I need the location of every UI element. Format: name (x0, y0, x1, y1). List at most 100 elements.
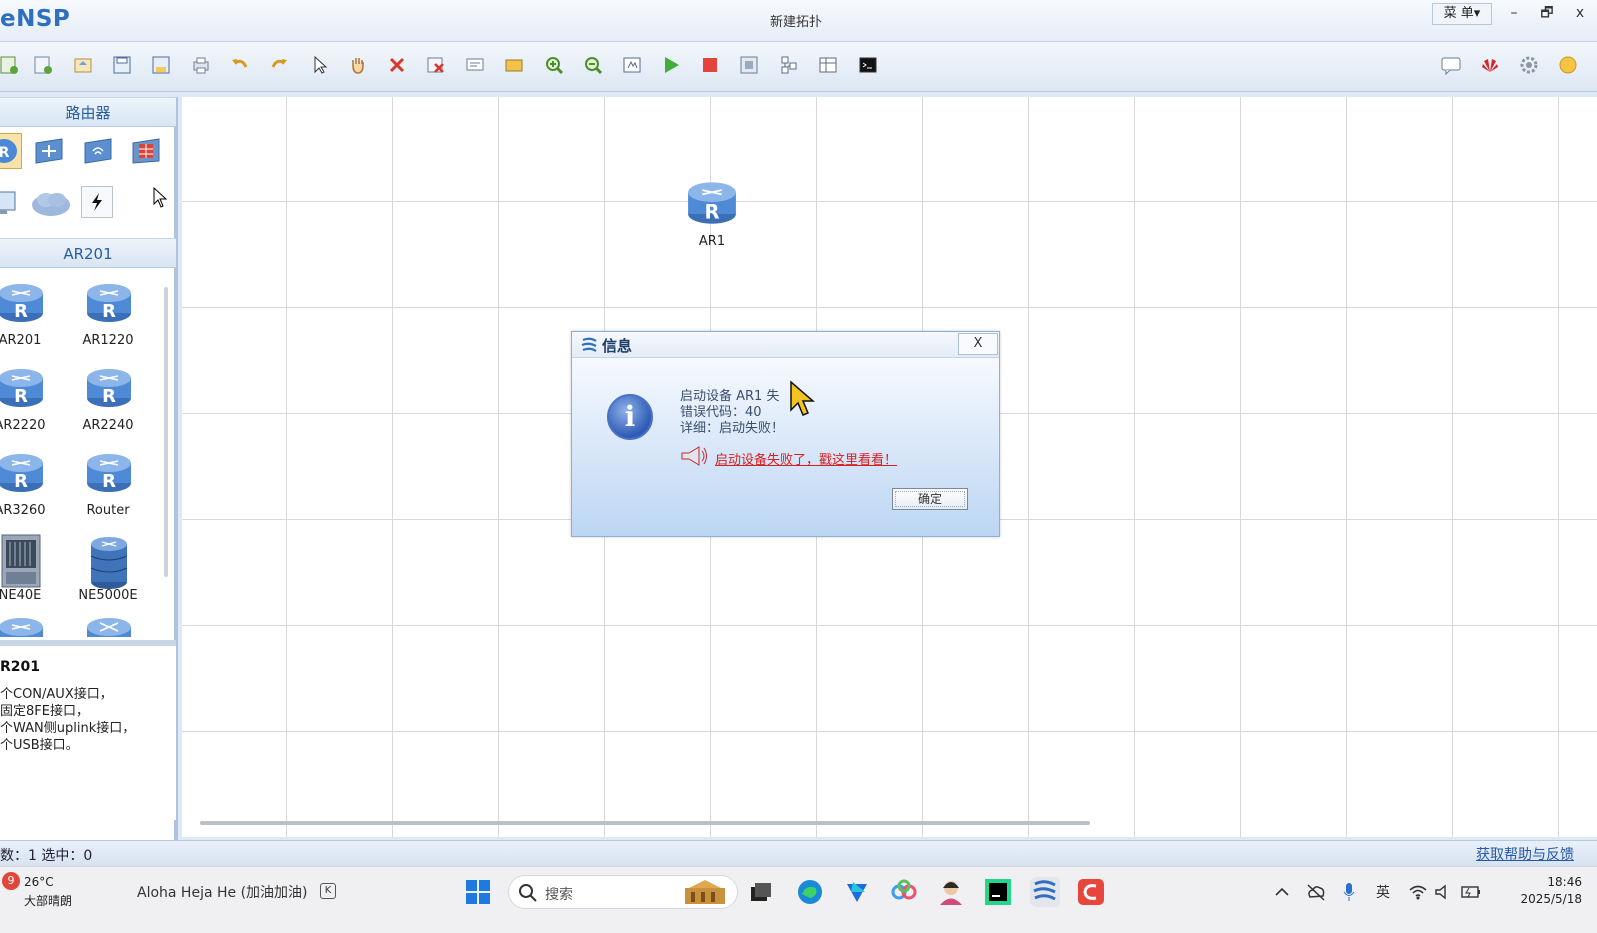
panel-scrollbar[interactable] (164, 287, 168, 577)
device-ar201[interactable]: R AR201 (0, 273, 64, 358)
device-partial[interactable] (64, 607, 152, 637)
taskbar-search[interactable]: 搜索 (508, 875, 738, 909)
start-device-button[interactable] (656, 50, 686, 80)
ime-indicator[interactable]: 英 (1376, 882, 1390, 902)
microphone-icon[interactable] (1342, 882, 1356, 902)
link-category[interactable] (81, 186, 113, 218)
feishu-button[interactable] (842, 877, 872, 907)
save-icon (113, 56, 131, 74)
pan-hand-icon (352, 58, 364, 74)
battery-icon[interactable] (1460, 884, 1482, 900)
weather-badge: 9 (2, 872, 20, 890)
cli-button[interactable] (853, 50, 883, 80)
restore-button[interactable]: 🗗 (1530, 3, 1564, 25)
chevron-up-icon[interactable] (1274, 885, 1290, 899)
help-link[interactable]: 启动设备失败了，戳这里看看！ (715, 449, 897, 468)
volume-icon[interactable] (1434, 884, 1452, 900)
dialog-title-bar: 信息 X (572, 332, 999, 358)
print-button[interactable] (186, 50, 216, 80)
wlan-category[interactable] (80, 133, 116, 169)
now-playing[interactable]: Aloha Heja He (加油加油) (137, 882, 308, 902)
info-dialog: 信息 X i 启动设备 AR1 失 错误代码：40 详细：启动失败！ 启动设备失… (571, 331, 1000, 537)
media-app-icon[interactable]: K (320, 883, 336, 899)
fit-button[interactable] (617, 50, 647, 80)
red-app-button[interactable] (1076, 877, 1106, 907)
router-category[interactable]: R (0, 133, 22, 169)
pan-button[interactable] (343, 50, 373, 80)
help-button[interactable] (1553, 50, 1583, 80)
weather-description[interactable]: 大部晴朗 (24, 892, 72, 909)
router-icon: R (0, 284, 43, 322)
redo-button[interactable] (264, 50, 294, 80)
ensp-taskbar-button[interactable] (1030, 877, 1060, 907)
zoom-out-button[interactable] (578, 50, 608, 80)
new-test-button[interactable] (28, 50, 58, 80)
edge-button[interactable] (795, 877, 825, 907)
save-button[interactable] (107, 50, 137, 80)
rectangle-button[interactable] (499, 50, 529, 80)
device-ar1220[interactable]: R AR1220 (64, 273, 152, 358)
svg-text:R: R (102, 386, 116, 407)
dialog-close-button[interactable]: X (958, 333, 998, 355)
device-ar3260[interactable]: R AR3260 (0, 443, 64, 528)
capture-button[interactable] (734, 50, 764, 80)
topology-button[interactable] (774, 50, 804, 80)
zoom-in-button[interactable] (539, 50, 569, 80)
clock-time[interactable]: 18:46 (1522, 875, 1582, 889)
task-view-button[interactable] (746, 877, 776, 907)
status-counts: 数：1 选中：0 (0, 848, 93, 864)
clock-date[interactable]: 2025/5/18 (1492, 892, 1582, 906)
cloud-offline-icon[interactable] (1306, 883, 1326, 901)
settings-button[interactable] (1514, 50, 1544, 80)
weather-temperature[interactable]: 26°C (24, 875, 54, 889)
menu-button[interactable]: 菜 单▾ (1432, 3, 1492, 25)
ok-button[interactable]: 确定 (892, 488, 968, 510)
switch-category[interactable] (31, 133, 67, 169)
node-ar1[interactable]: R AR1 (684, 177, 740, 249)
undo-button[interactable] (225, 50, 255, 80)
dialog-message-line: 错误代码：40 (680, 405, 762, 420)
windows-start-icon[interactable] (465, 879, 491, 905)
minimize-button[interactable]: – (1497, 3, 1531, 25)
device-label: AR2240 (82, 418, 134, 433)
delete-link-button[interactable] (421, 50, 451, 80)
device-ne40e[interactable]: NE40E (0, 528, 64, 613)
text-note-button[interactable] (460, 50, 490, 80)
help-icon (1559, 56, 1577, 74)
canvas-scrollbar[interactable] (200, 821, 1090, 825)
cloud-category[interactable] (30, 185, 72, 221)
stop-device-button[interactable] (695, 50, 725, 80)
open-button[interactable] (68, 50, 98, 80)
device-ne5000e[interactable]: NE5000E (64, 528, 152, 613)
device-router[interactable]: R Router (64, 443, 152, 528)
delete-button[interactable] (382, 50, 412, 80)
avatar-app-button[interactable] (936, 877, 966, 907)
dialog-message-line: 启动设备 AR1 失 (680, 389, 780, 404)
huawei-button[interactable] (1475, 50, 1505, 80)
grid-button[interactable] (813, 50, 843, 80)
router-icon (0, 618, 43, 637)
device-partial[interactable] (0, 607, 64, 637)
settings-icon (1520, 56, 1538, 74)
device-panel: 路由器 R AR201 R AR201 R AR1220 R AR2220 R … (0, 97, 178, 847)
new-topology-button[interactable] (0, 50, 24, 80)
svg-text:R: R (102, 471, 116, 492)
chat-button[interactable] (1436, 50, 1466, 80)
switch-category-icon (35, 138, 63, 164)
capture-icon (740, 56, 758, 74)
close-button[interactable]: x (1563, 3, 1597, 25)
feedback-link[interactable]: 获取帮助与反馈 (1476, 844, 1574, 864)
device-label: NE5000E (78, 588, 138, 603)
redo-icon (271, 59, 287, 68)
device-ar2240[interactable]: R AR2240 (64, 358, 152, 443)
wifi-icon[interactable] (1408, 884, 1428, 900)
select-button[interactable] (304, 50, 334, 80)
window-title: 新建拓扑 (770, 15, 823, 30)
firewall-category[interactable] (128, 133, 164, 169)
pycharm-button[interactable] (983, 877, 1013, 907)
save-as-button[interactable] (146, 50, 176, 80)
baidu-netdisk-button[interactable] (889, 877, 919, 907)
device-ar2220[interactable]: R AR2220 (0, 358, 64, 443)
router-icon: R (87, 369, 131, 407)
pc-category[interactable] (0, 185, 22, 221)
